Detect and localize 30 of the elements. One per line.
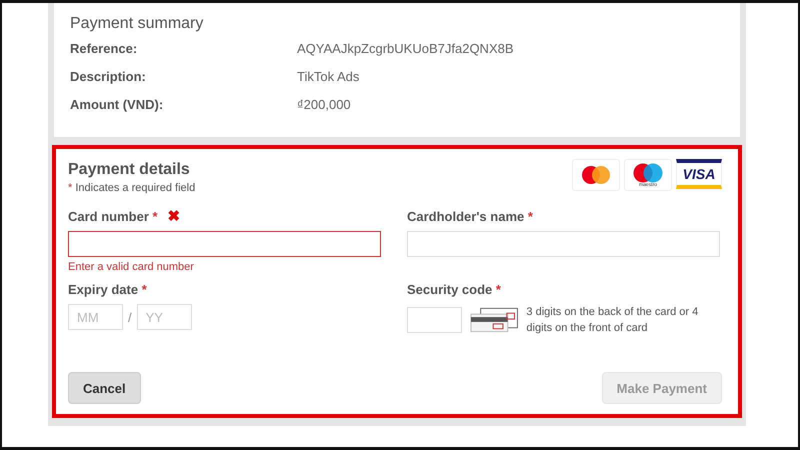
security-code-field[interactable] (407, 307, 462, 333)
field-label: Amount (VND): (70, 97, 164, 112)
field-value: AQYAAJkpZcgrbUKUoB7Jfa2QNX8B (297, 41, 515, 56)
field-label: Description: (70, 69, 147, 84)
error-icon: ✖ (168, 207, 181, 225)
year-field[interactable]: YY (136, 304, 192, 330)
date-separator: / (128, 310, 132, 324)
section-title: Payment details (68, 161, 191, 179)
field-label: Reference: (70, 41, 138, 56)
cancel-button[interactable]: Cancel (68, 372, 141, 404)
required-mark: * (528, 208, 533, 224)
cardholder-name-field[interactable] (407, 231, 720, 257)
required-mark: * (142, 282, 147, 296)
section-heading: Payment summary (70, 15, 204, 33)
card-back-icon (470, 307, 518, 333)
mastercard-logo-icon (572, 159, 620, 191)
field-label: Security code * (407, 282, 501, 296)
field-label: Card number * (68, 208, 158, 224)
field-label: Expiry date * (68, 282, 147, 296)
field-label: Cardholder's name * (407, 208, 533, 224)
security-code-hint: 3 digits on the back of the card or 4 digits on the front of card (526, 305, 700, 336)
required-note: * Indicates a required field (68, 182, 196, 194)
month-field[interactable]: MM (68, 304, 123, 330)
field-value: ₫200,000 (297, 97, 352, 112)
required-mark: * (496, 282, 501, 296)
card-number-field[interactable] (68, 231, 381, 257)
error-message: Enter a valid card number (68, 261, 195, 275)
field-value: TikTok Ads (297, 69, 360, 84)
visa-logo: VISA (676, 159, 722, 189)
required-mark: * (152, 208, 158, 224)
